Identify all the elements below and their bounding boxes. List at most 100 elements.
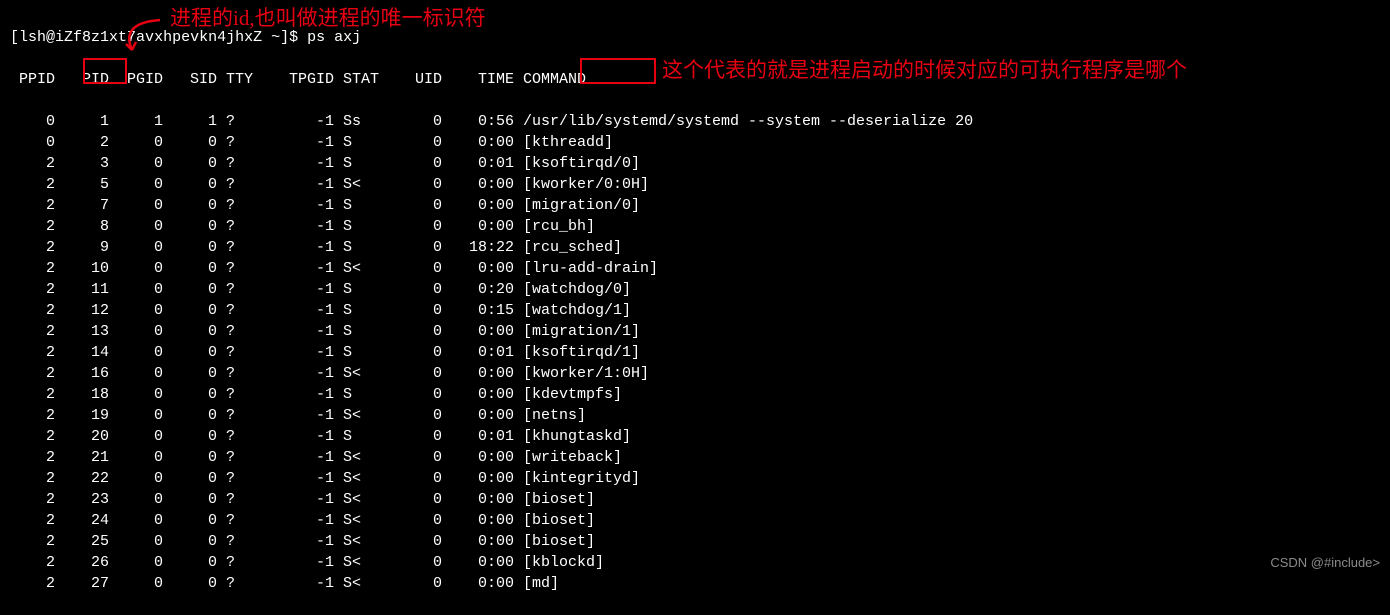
cell-pgid: 0 bbox=[109, 321, 163, 342]
table-row: 22500?-1S<00:00[bioset] bbox=[10, 531, 1380, 552]
watermark: CSDN @#include> bbox=[1270, 555, 1380, 570]
cell-ppid: 0 bbox=[10, 132, 55, 153]
cell-tty: ? bbox=[217, 132, 262, 153]
cell-stat: S bbox=[334, 195, 388, 216]
cell-pgid: 0 bbox=[109, 447, 163, 468]
cell-pid: 5 bbox=[55, 174, 109, 195]
cell-stat: S bbox=[334, 426, 388, 447]
cell-tty: ? bbox=[217, 489, 262, 510]
cell-tpgid: -1 bbox=[262, 237, 334, 258]
cell-sid: 0 bbox=[163, 321, 217, 342]
cell-stat: S< bbox=[334, 468, 388, 489]
cell-tty: ? bbox=[217, 531, 262, 552]
table-row: 22000?-1S00:01[khungtaskd] bbox=[10, 426, 1380, 447]
cell-sid: 0 bbox=[163, 573, 217, 594]
cell-command: [lru-add-drain] bbox=[514, 258, 658, 279]
cell-tpgid: -1 bbox=[262, 132, 334, 153]
cell-time: 0:01 bbox=[442, 153, 514, 174]
cell-uid: 0 bbox=[388, 510, 442, 531]
cell-sid: 0 bbox=[163, 132, 217, 153]
cell-pid: 18 bbox=[55, 384, 109, 405]
cell-pid: 27 bbox=[55, 573, 109, 594]
terminal-output: [lsh@iZf8z1xt7avxhpevkn4jhxZ ~]$ ps axj … bbox=[0, 0, 1390, 615]
cell-tty: ? bbox=[217, 279, 262, 300]
cell-command: [rcu_sched] bbox=[514, 237, 622, 258]
cell-tpgid: -1 bbox=[262, 468, 334, 489]
cell-uid: 0 bbox=[388, 384, 442, 405]
cell-stat: Ss bbox=[334, 111, 388, 132]
cell-pid: 3 bbox=[55, 153, 109, 174]
table-row: 21000?-1S<00:00[lru-add-drain] bbox=[10, 258, 1380, 279]
cell-sid: 0 bbox=[163, 174, 217, 195]
cell-stat: S bbox=[334, 132, 388, 153]
header-sid: SID bbox=[163, 69, 217, 90]
cell-stat: S bbox=[334, 216, 388, 237]
table-row: 21600?-1S<00:00[kworker/1:0H] bbox=[10, 363, 1380, 384]
cell-command: [ksoftirqd/0] bbox=[514, 153, 640, 174]
header-tpgid: TPGID bbox=[262, 69, 334, 90]
cell-ppid: 2 bbox=[10, 363, 55, 384]
cell-command: [kintegrityd] bbox=[514, 468, 640, 489]
cell-stat: S< bbox=[334, 552, 388, 573]
cell-uid: 0 bbox=[388, 426, 442, 447]
cell-sid: 0 bbox=[163, 468, 217, 489]
prompt-line[interactable]: [lsh@iZf8z1xt7avxhpevkn4jhxZ ~]$ ps axj bbox=[10, 27, 1380, 48]
table-header: PPIDPIDPGIDSIDTTYTPGIDSTATUIDTIMECOMMAND bbox=[10, 69, 1380, 90]
cell-pgid: 0 bbox=[109, 258, 163, 279]
table-row: 21400?-1S00:01[ksoftirqd/1] bbox=[10, 342, 1380, 363]
prompt-user: lsh bbox=[19, 29, 46, 46]
cell-uid: 0 bbox=[388, 552, 442, 573]
cell-pid: 16 bbox=[55, 363, 109, 384]
cell-stat: S bbox=[334, 237, 388, 258]
cell-pgid: 0 bbox=[109, 279, 163, 300]
cell-time: 18:22 bbox=[442, 237, 514, 258]
cell-tty: ? bbox=[217, 384, 262, 405]
cell-tty: ? bbox=[217, 363, 262, 384]
cell-ppid: 2 bbox=[10, 216, 55, 237]
cell-ppid: 2 bbox=[10, 174, 55, 195]
cell-sid: 0 bbox=[163, 237, 217, 258]
cell-command: [migration/1] bbox=[514, 321, 640, 342]
cell-uid: 0 bbox=[388, 405, 442, 426]
cell-ppid: 0 bbox=[10, 111, 55, 132]
cell-pid: 24 bbox=[55, 510, 109, 531]
cell-pid: 7 bbox=[55, 195, 109, 216]
cell-time: 0:00 bbox=[442, 552, 514, 573]
cell-uid: 0 bbox=[388, 216, 442, 237]
cell-sid: 0 bbox=[163, 405, 217, 426]
cell-uid: 0 bbox=[388, 111, 442, 132]
cell-pgid: 0 bbox=[109, 174, 163, 195]
cell-command: [kthreadd] bbox=[514, 132, 613, 153]
cell-tpgid: -1 bbox=[262, 573, 334, 594]
cell-tty: ? bbox=[217, 405, 262, 426]
table-row: 0200?-1S00:00[kthreadd] bbox=[10, 132, 1380, 153]
cell-time: 0:00 bbox=[442, 573, 514, 594]
cell-pgid: 0 bbox=[109, 426, 163, 447]
table-row: 2800?-1S00:00[rcu_bh] bbox=[10, 216, 1380, 237]
cell-time: 0:00 bbox=[442, 489, 514, 510]
cell-command: [khungtaskd] bbox=[514, 426, 631, 447]
cell-pgid: 1 bbox=[109, 111, 163, 132]
cell-pgid: 0 bbox=[109, 552, 163, 573]
cell-ppid: 2 bbox=[10, 321, 55, 342]
cell-uid: 0 bbox=[388, 447, 442, 468]
cell-stat: S bbox=[334, 300, 388, 321]
header-pid: PID bbox=[55, 69, 109, 90]
cell-uid: 0 bbox=[388, 237, 442, 258]
cell-stat: S< bbox=[334, 489, 388, 510]
cell-time: 0:15 bbox=[442, 300, 514, 321]
cell-time: 0:00 bbox=[442, 258, 514, 279]
cell-uid: 0 bbox=[388, 132, 442, 153]
cell-tpgid: -1 bbox=[262, 195, 334, 216]
cell-pgid: 0 bbox=[109, 531, 163, 552]
cell-command: [bioset] bbox=[514, 510, 595, 531]
cell-uid: 0 bbox=[388, 573, 442, 594]
cell-tty: ? bbox=[217, 216, 262, 237]
cell-tty: ? bbox=[217, 237, 262, 258]
cell-pid: 22 bbox=[55, 468, 109, 489]
cell-time: 0:00 bbox=[442, 195, 514, 216]
cell-tpgid: -1 bbox=[262, 174, 334, 195]
cell-time: 0:00 bbox=[442, 132, 514, 153]
cell-uid: 0 bbox=[388, 258, 442, 279]
cell-ppid: 2 bbox=[10, 489, 55, 510]
